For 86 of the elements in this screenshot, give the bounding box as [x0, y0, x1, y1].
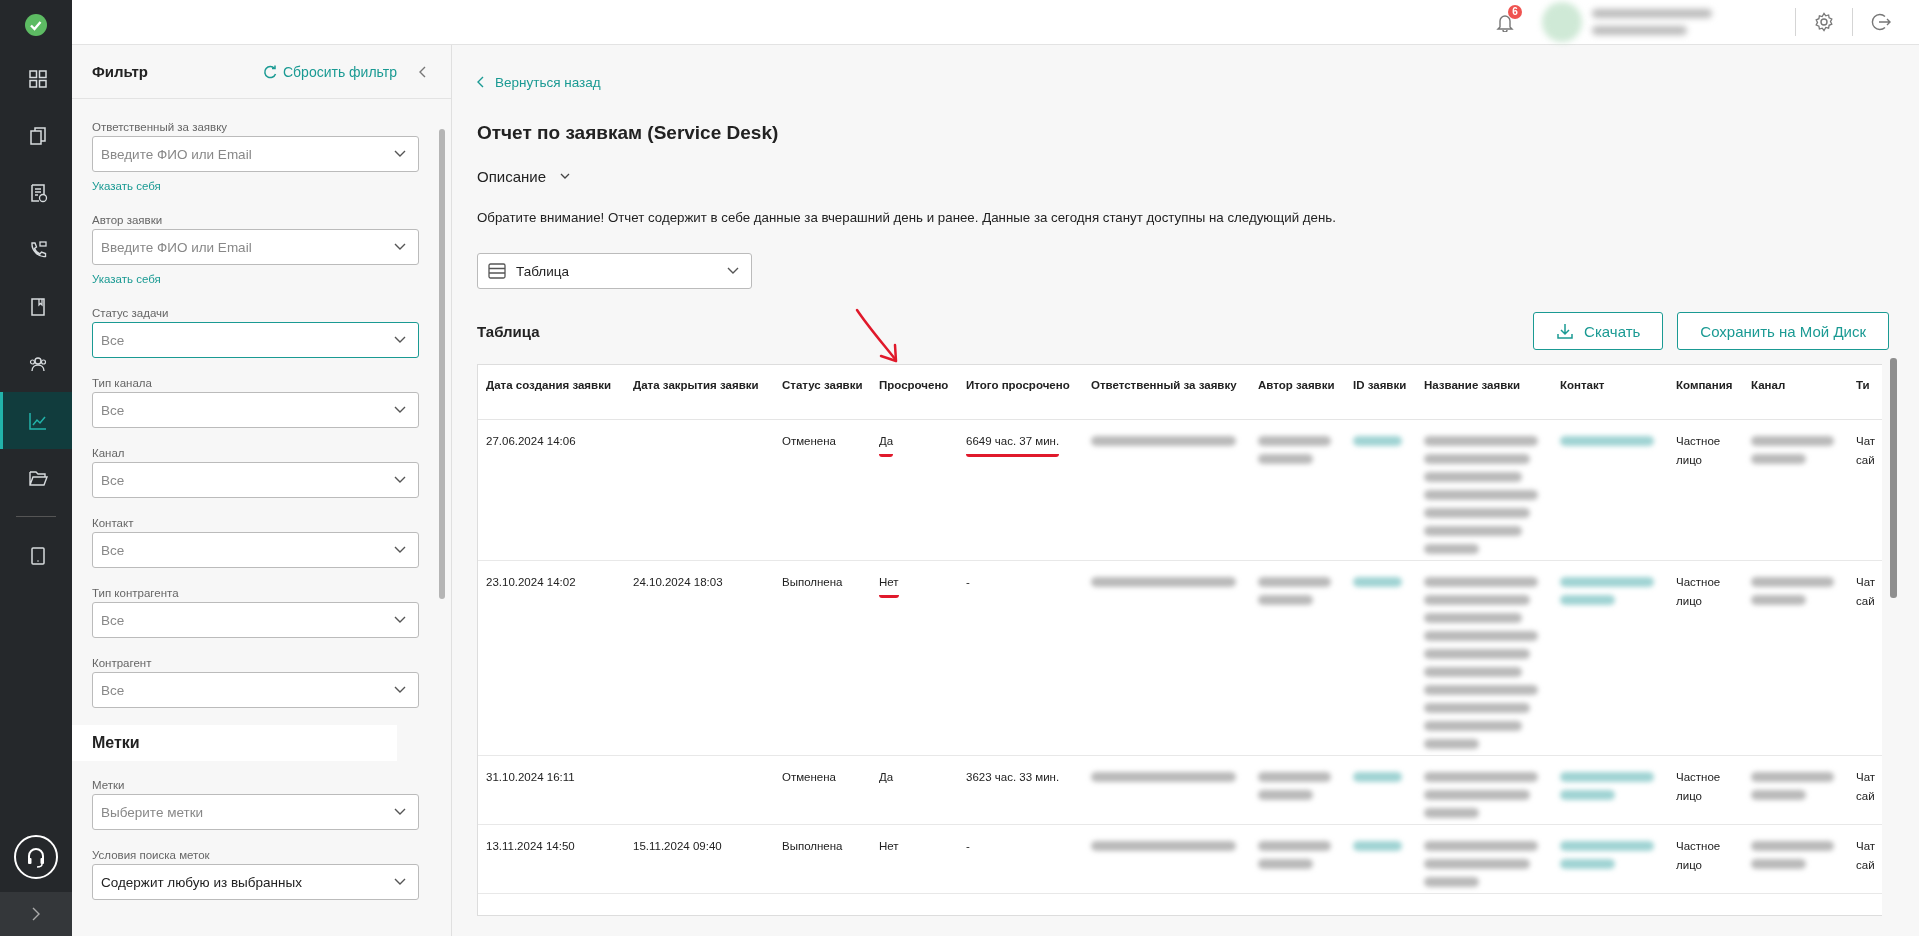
- table-cell-text: 23.10.2024 14:02: [486, 575, 576, 590]
- table-cell-text: Отменена: [782, 434, 836, 449]
- select-field[interactable]: Все: [92, 322, 419, 358]
- scrollbar[interactable]: [1890, 358, 1897, 598]
- column-header[interactable]: Дата закрытия заявки: [633, 379, 759, 391]
- table-cell-text: 27.06.2024 14:06: [486, 434, 576, 449]
- column-header[interactable]: Итого просрочено: [966, 379, 1070, 391]
- column-header[interactable]: ID заявки: [1353, 379, 1407, 391]
- field-label: Канал: [92, 446, 126, 461]
- table-cell: 6649 час. 37 мин.: [966, 432, 1060, 457]
- refresh-icon: [262, 64, 277, 79]
- table-cell-text: 13.11.2024 14:50: [486, 839, 575, 854]
- chevron-left-icon: [477, 76, 485, 88]
- logout-icon[interactable]: [1871, 12, 1891, 32]
- download-button[interactable]: Скачать: [1533, 312, 1664, 350]
- table-cell-text: -: [966, 839, 970, 854]
- view-select[interactable]: Таблица: [477, 253, 752, 289]
- field-label: Ответственный за заявку: [92, 120, 229, 135]
- column-header[interactable]: Статус заявки: [782, 379, 863, 391]
- description-toggle[interactable]: Описание: [477, 165, 573, 187]
- field-label: Тип канала: [92, 376, 153, 391]
- table-cell-text: Чат сай: [1856, 839, 1876, 873]
- table-cell-text: 15.11.2024 09:40: [633, 839, 722, 854]
- chart-icon: [27, 410, 48, 431]
- table-cell-text: Отменена: [782, 770, 836, 785]
- section-heading: Метки: [72, 725, 397, 761]
- select-field[interactable]: Введите ФИО или Email: [92, 136, 419, 172]
- column-header[interactable]: Просрочено: [879, 379, 949, 391]
- save-button[interactable]: Сохранить на Мой Диск: [1677, 312, 1889, 350]
- select-field[interactable]: Введите ФИО или Email: [92, 229, 419, 265]
- select-field[interactable]: Все: [92, 392, 419, 428]
- nav-item[interactable]: [0, 392, 72, 449]
- table-cell-text: -: [966, 575, 970, 590]
- field-label: Условия поиска меток: [92, 848, 211, 863]
- select-field[interactable]: Содержит любую из выбранных: [92, 864, 419, 900]
- bell-icon[interactable]: [1496, 12, 1514, 32]
- column-header[interactable]: Ответственный за заявку: [1091, 379, 1237, 391]
- table-cell-text: Выполнена: [782, 575, 843, 590]
- column-header[interactable]: Название заявки: [1424, 379, 1521, 391]
- scrollbar[interactable]: [439, 129, 445, 599]
- table-cell: Да: [879, 432, 894, 457]
- column-header[interactable]: Ти: [1856, 379, 1870, 391]
- panel-title: Фильтр: [92, 63, 149, 80]
- page-title: Отчет по заявкам (Service Desk): [477, 122, 779, 145]
- select-field[interactable]: Все: [92, 532, 419, 568]
- table-cell-text: Чат сай: [1856, 575, 1876, 609]
- table-cell-text: Нет: [879, 839, 899, 854]
- documents-icon: [27, 125, 48, 146]
- column-header[interactable]: Автор заявки: [1258, 379, 1335, 391]
- table-cell-text: Частное лицо: [1676, 770, 1722, 804]
- table-cell-text: 24.10.2024 18:03: [633, 575, 723, 590]
- field-label: Автор заявки: [92, 213, 164, 228]
- table-cell-text: Частное лицо: [1676, 434, 1722, 468]
- table-cell-text: 3623 час. 33 мин.: [966, 770, 1060, 785]
- field-label: Контрагент: [92, 656, 153, 671]
- dashboard-icon: [27, 68, 48, 89]
- table-cell-text: 31.10.2024 16:11: [486, 770, 575, 785]
- settings-icon[interactable]: [1814, 12, 1834, 32]
- table-cell-text: Да: [879, 770, 894, 785]
- support-headset-icon[interactable]: [13, 834, 59, 880]
- select-field[interactable]: Все: [92, 462, 419, 498]
- table-cell-text: Выполнена: [782, 839, 843, 854]
- field-label: Тип контрагента: [92, 586, 180, 601]
- field-label: Контакт: [92, 516, 135, 531]
- field-label: Статус задачи: [92, 306, 170, 321]
- logo-icon[interactable]: [24, 13, 48, 37]
- table-cell-text: Частное лицо: [1676, 575, 1722, 609]
- column-header[interactable]: Контакт: [1560, 379, 1605, 391]
- column-header[interactable]: Канал: [1751, 379, 1786, 391]
- arrow-annotation: [855, 308, 898, 363]
- notice-text: Обратите внимание! Отчет содержит в себе данные за вчерашний день и ранее. Данные за сегодня станут доступны на следующий день.: [477, 210, 1336, 225]
- table-cell: Нет: [879, 573, 899, 598]
- select-field[interactable]: Все: [92, 602, 419, 638]
- download-icon: [1556, 322, 1575, 340]
- table-cell-text: Чат сай: [1856, 770, 1876, 804]
- select-field[interactable]: Выберите метки: [92, 794, 419, 830]
- column-header[interactable]: Дата создания заявки: [486, 379, 611, 391]
- table-cell-text: Чат сай: [1856, 434, 1876, 468]
- table-cell-text: Частное лицо: [1676, 839, 1722, 873]
- table-icon: [488, 263, 506, 279]
- chevron-right-icon: [31, 907, 41, 921]
- select-field[interactable]: Все: [92, 672, 419, 708]
- field-label: Метки: [92, 778, 126, 793]
- section-title: Таблица: [477, 322, 541, 340]
- notification-badge: 6: [1508, 5, 1522, 19]
- column-header[interactable]: Компания: [1676, 379, 1733, 391]
